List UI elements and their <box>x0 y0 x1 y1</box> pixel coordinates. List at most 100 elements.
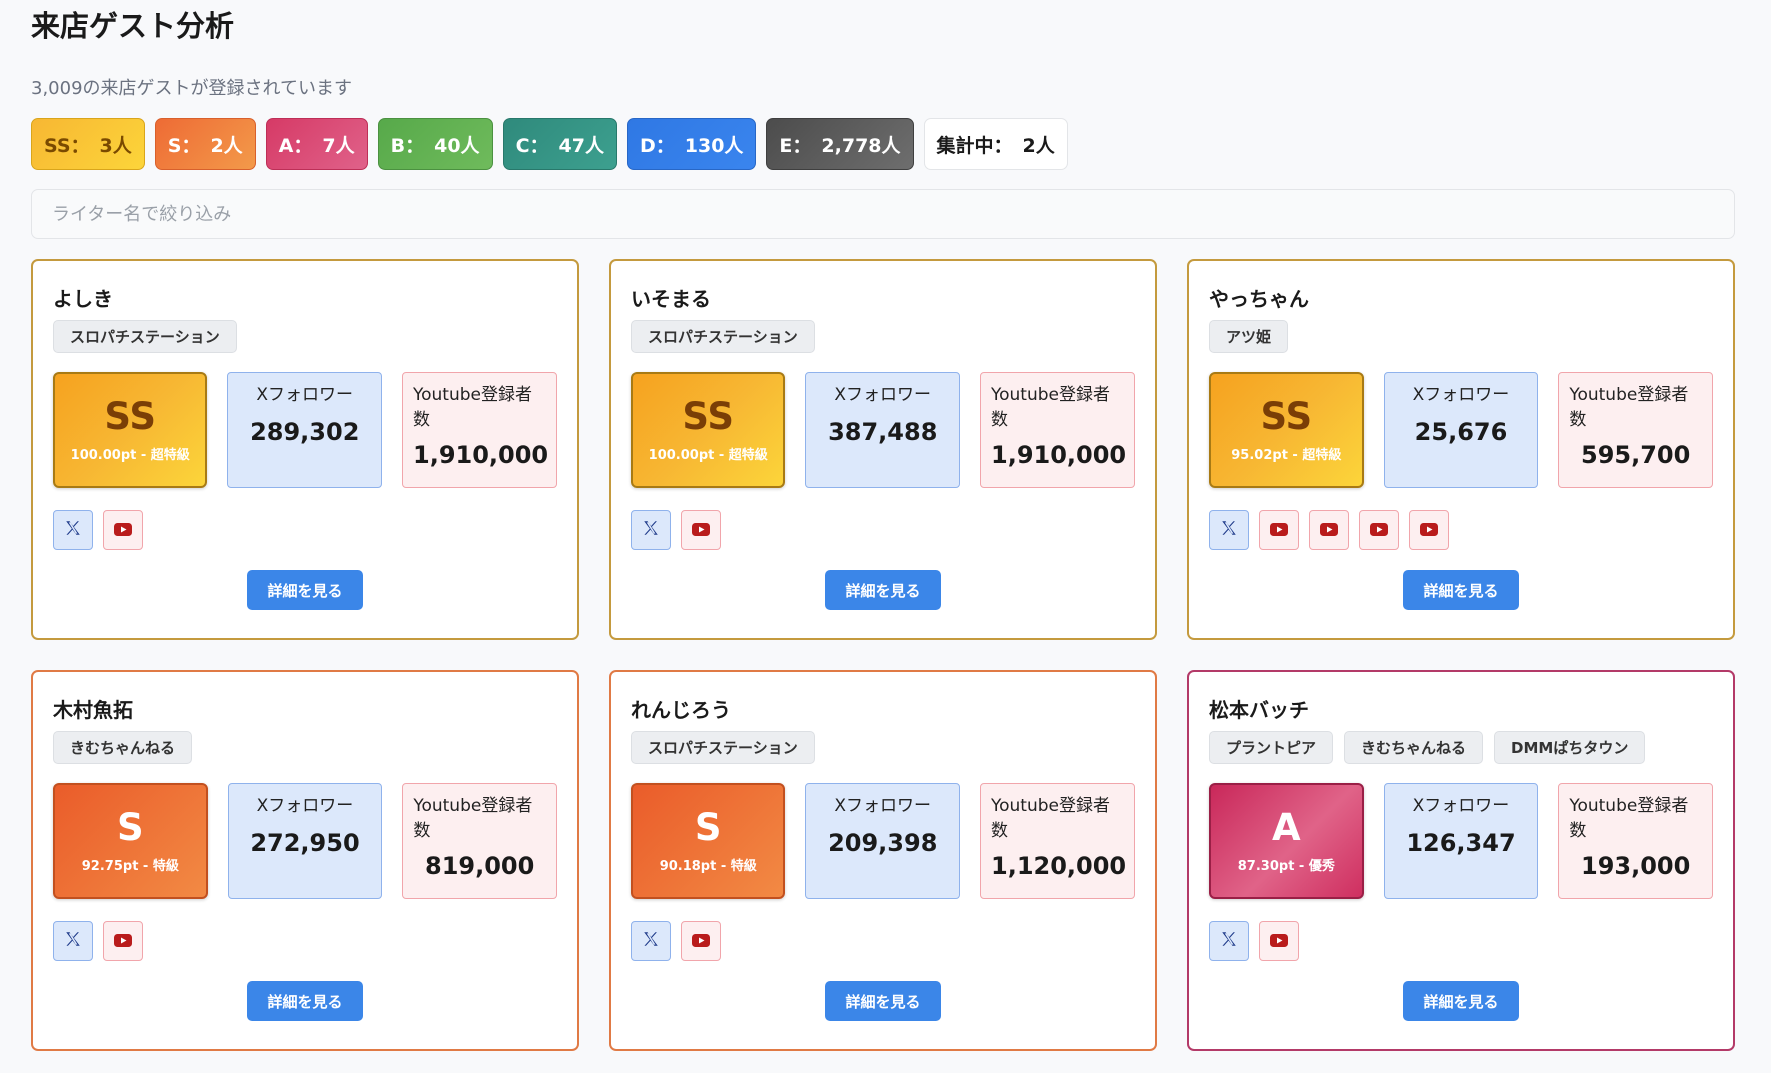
rank-badge[interactable]: D： 130人 <box>626 118 757 170</box>
youtube-link-button[interactable] <box>103 510 143 550</box>
rank-badge[interactable]: C： 47人 <box>502 118 617 170</box>
guest-stats: S 92.75pt - 特級 Xフォロワー 272,950 Youtube登録者数 819… <box>53 783 558 901</box>
affiliation-tag[interactable]: きむちゃんねる <box>1344 731 1484 764</box>
x-link-button[interactable] <box>631 921 671 961</box>
guest-name: 松本バッチ <box>1209 698 1309 722</box>
view-details-button[interactable]: 詳細を見る <box>825 981 941 1021</box>
youtube-icon <box>1420 521 1438 540</box>
youtube-link-button[interactable] <box>1309 510 1349 550</box>
rank-points: 87.30pt - 優秀 <box>1237 858 1335 874</box>
x-icon <box>642 519 660 541</box>
x-link-button[interactable] <box>53 921 93 961</box>
guest-card: やっちゃん アツ姫 SS 95.02pt - 超特級 Xフォロワー 25,676 Youtu… <box>1187 259 1735 640</box>
rank-badge-label: S： <box>167 134 201 157</box>
page-title: 来店ゲスト分析 <box>31 9 235 43</box>
guest-card-grid: よしき スロパチステーション SS 100.00pt - 超特級 Xフォロワー 289,3… <box>31 259 1735 1051</box>
writer-search-input[interactable] <box>31 189 1735 239</box>
rank-letter: SS <box>104 394 157 438</box>
rank-badge-label: D： <box>639 134 675 157</box>
youtube-subscribers-label: Youtube登録者数 <box>991 796 1110 841</box>
rank-badge[interactable]: E： 2,778人 <box>766 118 914 170</box>
x-followers-label: Xフォロワー <box>1412 796 1510 816</box>
youtube-subscribers-box: Youtube登録者数 193,000 <box>1558 783 1714 899</box>
guest-card: いそまる スロパチステーション SS 100.00pt - 超特級 Xフォロワー 387,… <box>609 259 1157 640</box>
rank-badge-count: 7人 <box>322 134 355 157</box>
youtube-link-button[interactable] <box>1409 510 1449 550</box>
youtube-link-button[interactable] <box>1259 510 1299 550</box>
rank-badge-count: 3人 <box>99 134 132 157</box>
rank-badge-label: 集計中： <box>936 134 1013 157</box>
guest-stats: A 87.30pt - 優秀 Xフォロワー 126,347 Youtube登録者数 193… <box>1209 783 1714 901</box>
rank-badge[interactable]: A： 7人 <box>265 118 368 170</box>
view-details-button[interactable]: 詳細を見る <box>825 570 941 610</box>
x-followers-label: Xフォロワー <box>1412 385 1510 405</box>
youtube-icon <box>114 932 132 951</box>
affiliation-tag[interactable]: きむちゃんねる <box>53 731 193 764</box>
youtube-icon <box>1320 521 1338 540</box>
youtube-link-button[interactable] <box>1259 921 1299 961</box>
social-links <box>53 510 557 552</box>
view-details-button[interactable]: 詳細を見る <box>247 981 363 1021</box>
x-icon <box>64 930 82 952</box>
youtube-subscribers-label: Youtube登録者数 <box>413 385 532 430</box>
x-followers-label: Xフォロワー <box>256 796 354 816</box>
x-followers-value: 25,676 <box>1414 418 1508 446</box>
youtube-icon <box>1270 521 1288 540</box>
youtube-link-button[interactable] <box>103 921 143 961</box>
youtube-subscribers-label: Youtube登録者数 <box>1569 796 1689 841</box>
youtube-link-button[interactable] <box>1359 510 1399 550</box>
affiliation-tag[interactable]: プラントピア <box>1209 731 1334 764</box>
rank-points: 95.02pt - 超特級 <box>1231 447 1342 463</box>
affiliation-tag[interactable]: スロパチステーション <box>631 731 815 764</box>
rank-points: 90.18pt - 特級 <box>659 858 757 874</box>
youtube-subscribers-box: Youtube登録者数 595,700 <box>1558 372 1714 488</box>
rank-box: A 87.30pt - 優秀 <box>1209 783 1364 899</box>
youtube-subscribers-label: Youtube登録者数 <box>413 796 533 841</box>
affiliation-tag[interactable]: スロパチステーション <box>53 320 237 353</box>
affiliation-tag[interactable]: DMMぱちタウン <box>1494 731 1646 764</box>
view-details-button[interactable]: 詳細を見る <box>247 570 363 610</box>
view-details-button[interactable]: 詳細を見る <box>1403 570 1519 610</box>
x-link-button[interactable] <box>1209 510 1249 550</box>
youtube-subscribers-value: 193,000 <box>1581 852 1691 880</box>
youtube-subscribers-box: Youtube登録者数 1,910,000 <box>402 372 557 488</box>
rank-badge[interactable]: S： 2人 <box>154 118 256 170</box>
x-followers-value: 209,398 <box>828 829 938 857</box>
rank-badge[interactable]: SS： 3人 <box>31 118 145 170</box>
youtube-link-button[interactable] <box>681 921 721 961</box>
detail-row: 詳細を見る <box>631 570 1135 610</box>
youtube-subscribers-box: Youtube登録者数 819,000 <box>402 783 558 899</box>
rank-letter: S <box>694 805 722 849</box>
x-link-button[interactable] <box>1209 921 1249 961</box>
affiliation-tag[interactable]: アツ姫 <box>1209 320 1289 353</box>
social-links <box>631 510 1135 552</box>
rank-letter: SS <box>682 394 735 438</box>
rank-letter: A <box>1272 805 1301 849</box>
rank-badge[interactable]: B： 40人 <box>377 118 493 170</box>
view-details-button[interactable]: 詳細を見る <box>1403 981 1519 1021</box>
guest-stats: SS 100.00pt - 超特級 Xフォロワー 387,488 Youtube登録者数… <box>631 372 1135 490</box>
x-icon <box>642 930 660 952</box>
youtube-link-button[interactable] <box>681 510 721 550</box>
affiliation-tag[interactable]: スロパチステーション <box>631 320 815 353</box>
rank-badge-label: A： <box>278 134 313 157</box>
guest-stats: SS 95.02pt - 超特級 Xフォロワー 25,676 Youtube登録者数 59… <box>1209 372 1714 490</box>
guest-name: よしき <box>53 287 113 311</box>
detail-row: 詳細を見る <box>1209 570 1713 610</box>
youtube-subscribers-value: 1,120,000 <box>991 852 1127 880</box>
x-link-button[interactable] <box>631 510 671 550</box>
x-link-button[interactable] <box>53 510 93 550</box>
social-links <box>1209 510 1713 552</box>
rank-box: SS 100.00pt - 超特級 <box>631 372 786 488</box>
rank-letter: SS <box>1260 394 1313 438</box>
detail-row: 詳細を見る <box>53 981 557 1021</box>
x-icon <box>64 519 82 541</box>
youtube-icon <box>114 521 132 540</box>
guest-card: れんじろう スロパチステーション S 90.18pt - 特級 Xフォロワー 209,39… <box>609 670 1157 1051</box>
rank-badge-count: 2,778人 <box>821 134 901 157</box>
guest-card: よしき スロパチステーション SS 100.00pt - 超特級 Xフォロワー 289,3… <box>31 259 579 640</box>
guest-card: 松本バッチプラントピア きむちゃんねる DMMぱちタウン A 87.30pt - 優秀 X… <box>1187 670 1735 1051</box>
rank-badge-count: 2人 <box>210 134 243 157</box>
social-links <box>53 921 557 963</box>
rank-badge[interactable]: 集計中： 2人 <box>923 118 1068 170</box>
